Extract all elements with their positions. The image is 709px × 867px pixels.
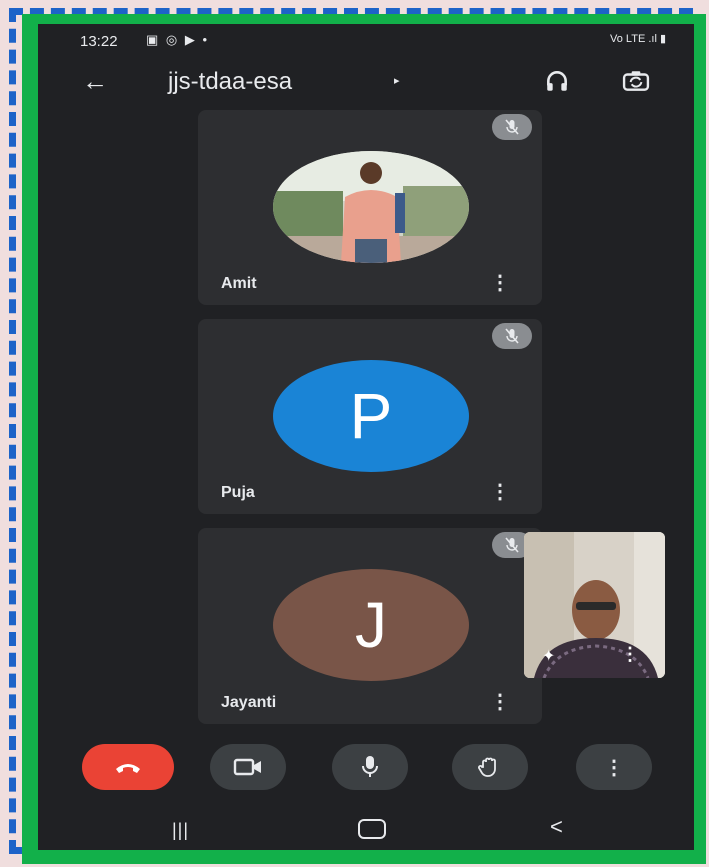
- status-bar: 13:22 ▣ ◎ ▶ • Vo LTE .ıl ▮: [38, 24, 694, 60]
- more-vert-icon[interactable]: ⋮: [490, 479, 510, 504]
- more-vert-icon[interactable]: ⋮: [490, 689, 510, 714]
- end-call-button[interactable]: [82, 744, 174, 790]
- headphones-icon[interactable]: [544, 68, 570, 99]
- notification-icons: ▣ ◎ ▶ •: [146, 32, 209, 48]
- participant-name: Jayanti: [221, 694, 277, 711]
- participant-name: Puja: [221, 484, 255, 501]
- status-time: 13:22: [80, 33, 118, 50]
- muted-mic-icon: [492, 114, 532, 140]
- signal-battery-icons: Vo LTE .ıl ▮: [610, 33, 666, 45]
- image-icon: ▣: [146, 32, 161, 47]
- switch-camera-icon[interactable]: [620, 68, 652, 99]
- system-nav-bar: ||| <: [38, 802, 694, 850]
- recents-icon[interactable]: |||: [172, 820, 189, 841]
- self-view-preview[interactable]: ✦ ⋮: [524, 532, 665, 678]
- meeting-code-title[interactable]: jjs-tdaa-esa: [168, 68, 292, 96]
- dot-icon: •: [202, 32, 210, 47]
- back-icon[interactable]: <: [550, 814, 563, 840]
- microphone-icon: [362, 756, 378, 777]
- participant-photo-avatar: [273, 151, 469, 263]
- raise-hand-button[interactable]: [452, 744, 528, 790]
- participant-tile-jayanti[interactable]: J Jayanti ⋮: [198, 528, 542, 724]
- more-vert-icon[interactable]: ⋮: [490, 270, 510, 295]
- caret-right-icon[interactable]: ▸: [394, 74, 400, 87]
- home-icon[interactable]: [358, 819, 386, 839]
- participant-tile-amit[interactable]: Amit ⋮: [198, 110, 542, 305]
- participant-name: Amit: [221, 275, 257, 292]
- participant-initial-avatar: J: [273, 569, 469, 681]
- participant-tile-puja[interactable]: P Puja ⋮: [198, 319, 542, 514]
- back-arrow-icon[interactable]: ←: [82, 66, 108, 97]
- call-controls: ⋮: [38, 744, 694, 798]
- video-camera-icon: [233, 758, 261, 776]
- muted-mic-icon: [492, 323, 532, 349]
- app-bar: ← jjs-tdaa-esa ▸: [38, 60, 694, 110]
- youtube-icon: ▶: [184, 32, 197, 47]
- more-options-button[interactable]: ⋮: [576, 744, 652, 790]
- hang-up-icon: [116, 764, 140, 773]
- camera-toggle-button[interactable]: [210, 744, 286, 790]
- microphone-toggle-button[interactable]: [332, 744, 408, 790]
- hand-icon: [478, 757, 496, 777]
- phone-screen: 13:22 ▣ ◎ ▶ • Vo LTE .ıl ▮ ← jjs-tdaa-es…: [38, 24, 694, 850]
- participant-initial-avatar: P: [273, 360, 469, 472]
- more-vert-icon[interactable]: ⋮: [621, 644, 639, 665]
- effects-sparkle-icon[interactable]: ✦: [542, 646, 555, 666]
- whatsapp-icon: ◎: [165, 32, 180, 47]
